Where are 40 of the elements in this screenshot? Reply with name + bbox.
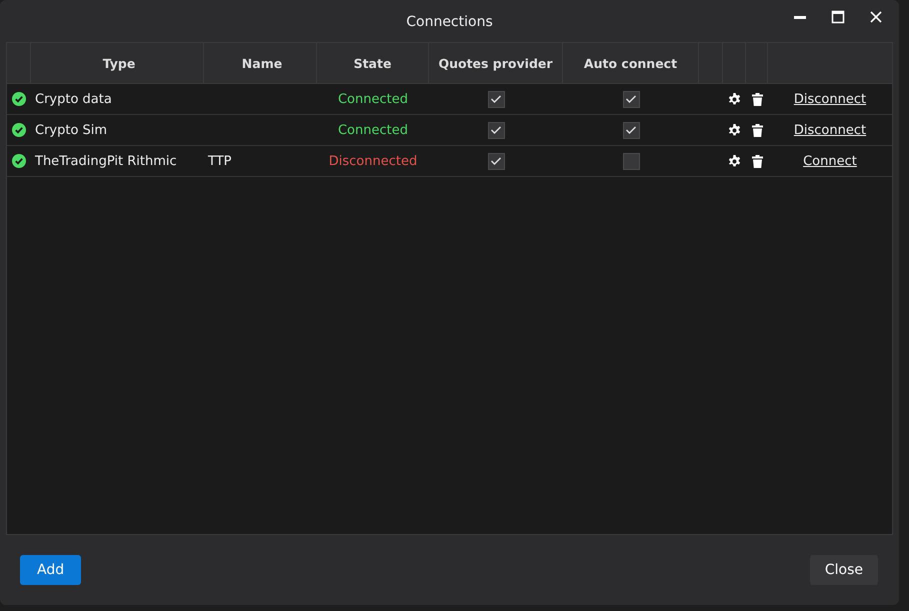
check-circle-icon	[12, 123, 26, 137]
settings-icon[interactable]	[728, 154, 741, 168]
trash-icon[interactable]	[752, 92, 762, 106]
checkmark-icon	[490, 125, 502, 135]
connection-link[interactable]: Disconnect	[794, 92, 866, 106]
trash-icon[interactable]	[752, 124, 762, 136]
status-text: Disconnected	[328, 154, 418, 168]
column-header[interactable]: Type	[31, 43, 204, 83]
trash-icon[interactable]	[752, 154, 762, 168]
table-cell: Crypto data	[35, 92, 112, 106]
connection-link[interactable]: Connect	[803, 154, 857, 168]
column-header[interactable]: State	[317, 43, 429, 83]
checkmark-icon	[625, 94, 637, 104]
settings-icon[interactable]	[728, 124, 741, 136]
checkmark-icon	[490, 94, 502, 104]
table-cell: TTP	[208, 154, 232, 168]
settings-icon[interactable]	[728, 92, 741, 106]
checkbox[interactable]	[622, 152, 640, 170]
column-header[interactable]: Name	[204, 43, 317, 83]
status-text: Connected	[338, 122, 408, 138]
close-button[interactable]: Close	[810, 555, 878, 585]
check-circle-icon	[12, 154, 26, 168]
check-circle-icon	[12, 92, 26, 106]
maximize-icon[interactable]	[831, 10, 845, 24]
column-header[interactable]: Auto connect	[563, 43, 699, 83]
add-button[interactable]: Add	[20, 555, 82, 585]
checkbox[interactable]	[488, 152, 504, 170]
close-icon[interactable]	[869, 10, 883, 24]
column-header[interactable]: Quotes provider	[429, 43, 563, 83]
status-text: Connected	[338, 92, 408, 106]
connection-link[interactable]: Disconnect	[794, 122, 866, 138]
checkmark-icon	[625, 125, 637, 135]
table-cell: TheTradingPit Rithmic	[35, 154, 177, 168]
checkbox[interactable]	[488, 90, 504, 108]
table-cell: Crypto Sim	[35, 122, 108, 138]
checkbox[interactable]	[622, 90, 640, 108]
checkmark-icon	[490, 156, 502, 166]
checkbox[interactable]	[488, 122, 504, 138]
window-title: Connections	[406, 14, 493, 30]
checkbox[interactable]	[622, 122, 640, 138]
